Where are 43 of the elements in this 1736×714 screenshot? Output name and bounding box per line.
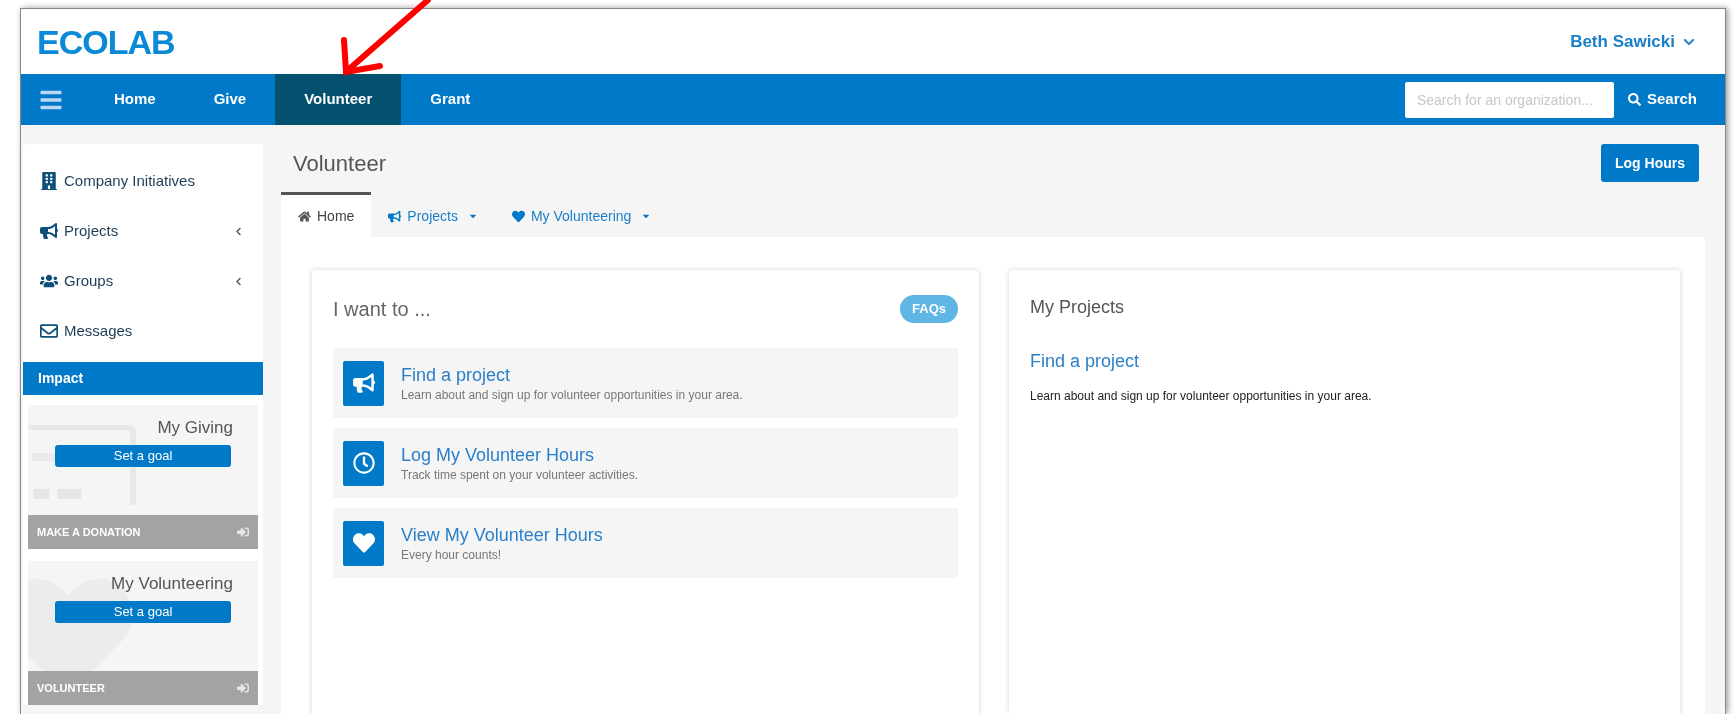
clock-icon [343, 440, 384, 486]
action-item[interactable]: Log My Volunteer Hours Track time spent on your volunteer activities. [333, 428, 958, 498]
log-hours-button[interactable]: Log Hours [1601, 144, 1699, 182]
impact-card-title: My Giving [157, 417, 233, 439]
heart-icon [511, 209, 525, 223]
footer-link[interactable]: MAKE A DONATION [37, 523, 141, 541]
nav-tab[interactable]: Volunteer [275, 74, 402, 125]
people-icon [40, 272, 58, 290]
set-goal-button[interactable]: Set a goal [55, 600, 231, 623]
megaphone-icon [40, 222, 58, 240]
nav-tab[interactable]: Grant [401, 74, 500, 125]
megaphone-icon [388, 209, 402, 223]
arrow-in-icon [237, 682, 249, 694]
impact-card-title: My Volunteering [111, 573, 233, 595]
card-title: My Projects [1030, 296, 1125, 319]
page-title: Volunteer [293, 150, 386, 178]
sidebar-item[interactable]: Projects [23, 206, 263, 256]
search-button[interactable]: Search [1627, 88, 1697, 111]
megaphone-icon [343, 360, 384, 406]
sidebar-item[interactable]: Groups [23, 256, 263, 306]
company-logo[interactable]: ECOLAB [37, 24, 175, 59]
nav-tab[interactable]: Give [184, 74, 276, 125]
search-icon [1627, 93, 1641, 106]
page-tab[interactable]: Projects [371, 192, 495, 237]
envelope-icon [40, 322, 58, 340]
card-title: I want to ... [333, 297, 431, 322]
action-item[interactable]: Find a project Learn about and sign up for volunteer opportunities in your area. [333, 348, 958, 418]
home-icon [298, 209, 311, 223]
sidebar-item[interactable]: Company Initiatives [23, 156, 263, 206]
arrow-in-icon [237, 526, 249, 538]
project-description: Learn about and sign up for volunteer opportunities in your area. [1030, 388, 1372, 405]
user-menu[interactable]: Beth Sawicki [1570, 28, 1695, 55]
impact-header: Impact [23, 362, 263, 395]
footer-link[interactable]: VOLUNTEER [37, 679, 105, 697]
building-icon [40, 172, 58, 190]
action-item[interactable]: View My Volunteer Hours Every hour counts! [333, 508, 958, 578]
sidebar-item[interactable]: Messages [23, 306, 263, 356]
nav-tab[interactable]: Home [85, 74, 185, 125]
set-goal-button[interactable]: Set a goal [55, 444, 231, 467]
search-field[interactable]: Search for an organization... [1404, 81, 1614, 118]
find-project-link[interactable]: Find a project [1030, 348, 1140, 375]
page-tab[interactable]: Home [281, 192, 372, 237]
page-tab[interactable]: My Volunteering [494, 192, 669, 237]
